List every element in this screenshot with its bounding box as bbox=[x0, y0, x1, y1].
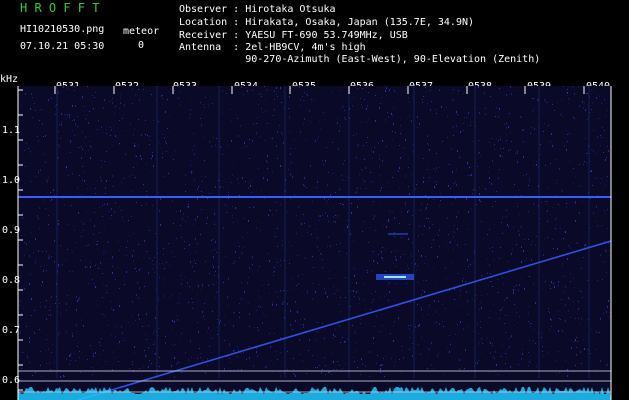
antenna-detail-line: 90-270-Azimuth (East-West), 90-Elevation… bbox=[179, 54, 541, 65]
y-tick-label-0-6: 0.6 bbox=[2, 375, 21, 386]
file-name: HI10210530.png bbox=[20, 24, 105, 35]
meteor-count-label: meteor bbox=[123, 26, 160, 37]
hrofft-window: H R O F F T HI10210530.png meteor 07.10.… bbox=[0, 0, 629, 400]
y-axis-unit-label: kHz bbox=[0, 74, 19, 85]
plot-frame bbox=[17, 86, 612, 400]
y-tick-label-0-8: 0.8 bbox=[2, 275, 21, 286]
receiver-line: Receiver : YAESU FT-690 53.749MHz, USB bbox=[179, 30, 408, 41]
y-tick-label-0-7: 0.7 bbox=[2, 325, 21, 336]
meteor-count-value: 0 bbox=[138, 40, 145, 51]
y-tick-label-1-1: 1.1 bbox=[2, 125, 21, 136]
location-line: Location : Hirakata, Osaka, Japan (135.7… bbox=[179, 17, 475, 28]
y-tick-label-1-0: 1.0 bbox=[2, 175, 21, 186]
app-title: H R O F F T bbox=[20, 1, 100, 15]
y-tick-label-0-9: 0.9 bbox=[2, 225, 21, 236]
antenna-line: Antenna : 2el-HB9CV, 4m's high bbox=[179, 42, 366, 53]
timestamp: 07.10.21 05:30 bbox=[20, 41, 105, 52]
observer-line: Observer : Hirotaka Otsuka bbox=[179, 4, 336, 15]
